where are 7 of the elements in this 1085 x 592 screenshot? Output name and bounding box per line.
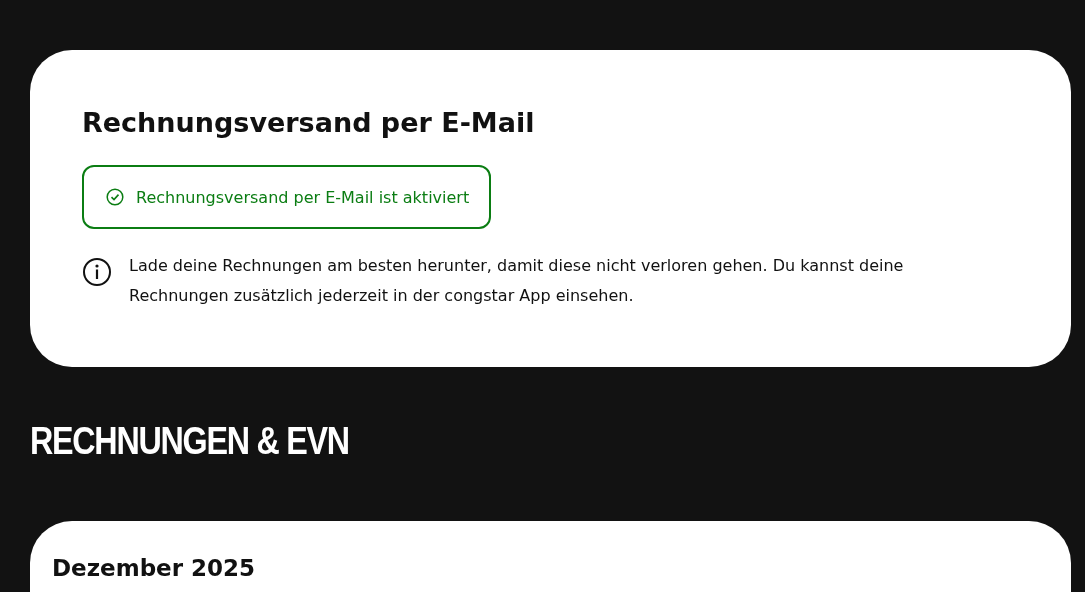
card-title: Rechnungsversand per E-Mail [82,106,536,140]
check-circle-icon [106,188,124,206]
info-icon [82,257,112,287]
month-title: Dezember 2025 [52,555,257,581]
status-text: Rechnungsversand per E-Mail ist aktiviert [136,187,470,207]
info-text: Lade deine Rechnungen am besten herunter, damit diese nicht verloren gehen. Du kannst deine Rechnungen zusätzlich jederzeit in der congstar App einsehen. [129,255,905,307]
section-title: RECHNUNGEN & EVN [30,419,349,463]
